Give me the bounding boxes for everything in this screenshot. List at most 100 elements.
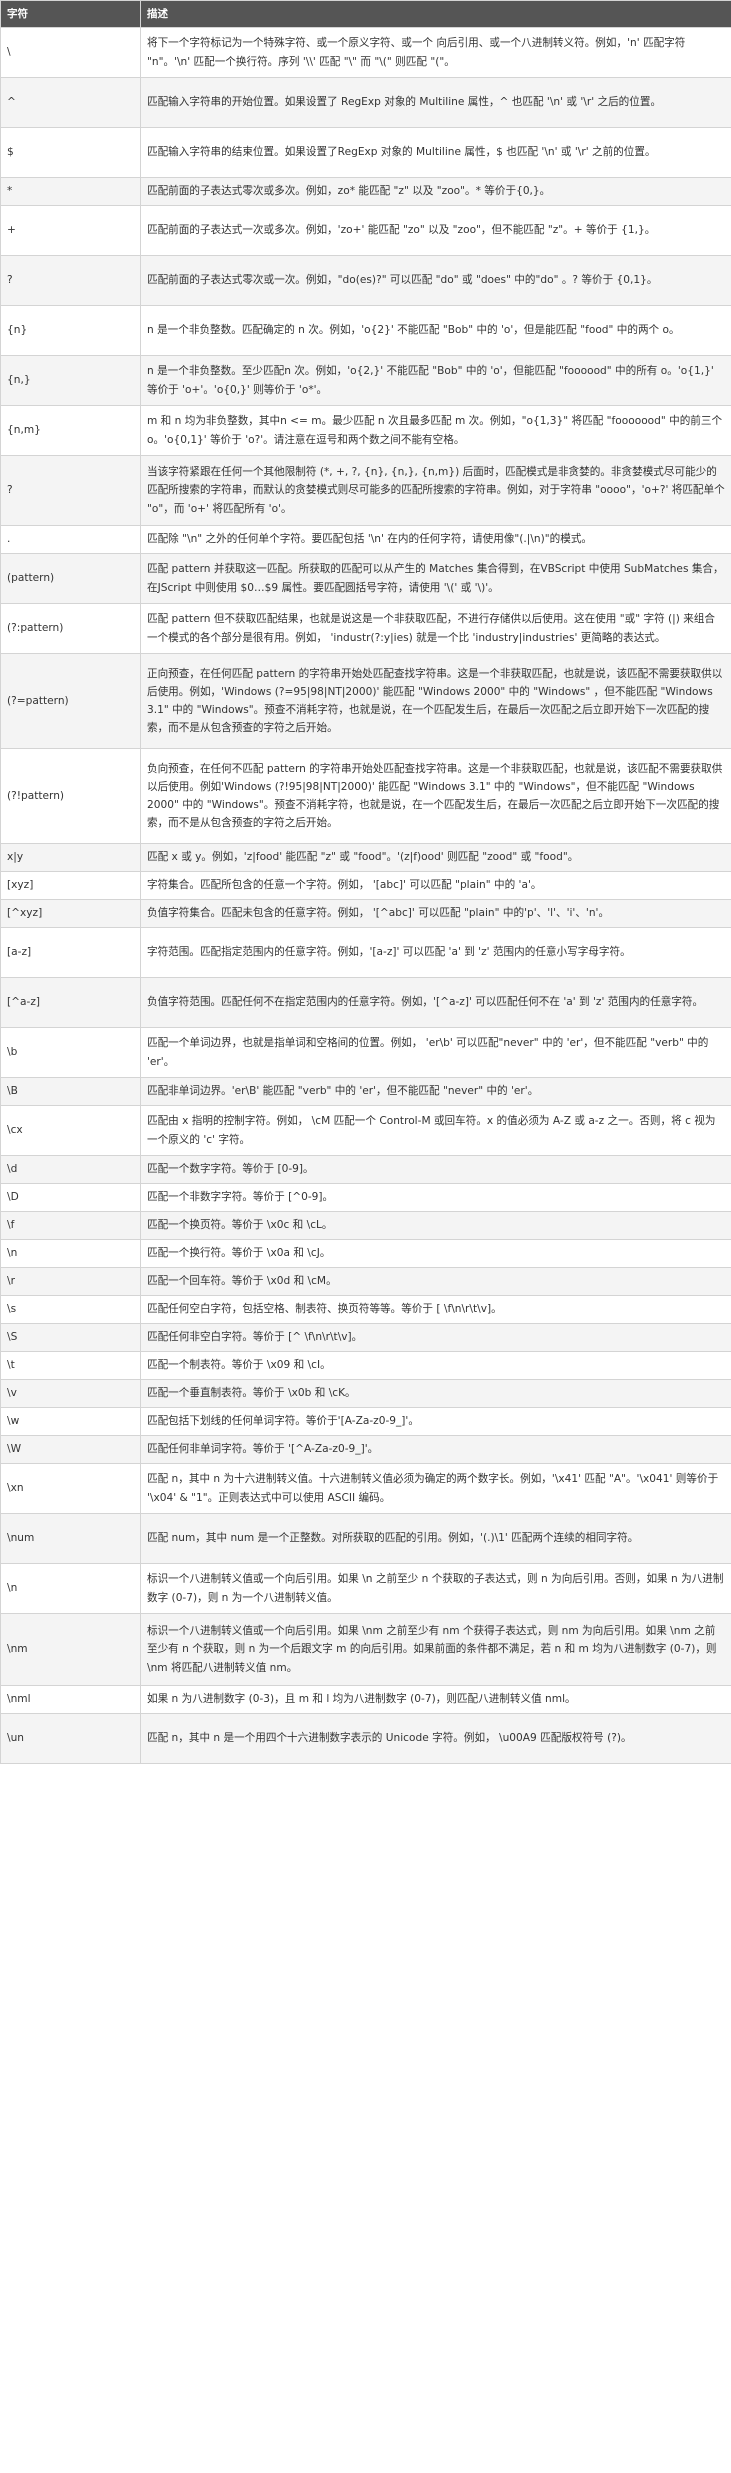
row-char: \xn (0, 1463, 141, 1514)
row-description: n 是一个非负整数。匹配确定的 n 次。例如，'o{2}' 不能匹配 "Bob"… (140, 305, 731, 356)
row-char: \n (0, 1563, 141, 1614)
row-char: \D (0, 1183, 141, 1212)
table-row: {n,m} m 和 n 均为非负整数，其中n <= m。最少匹配 n 次且最多匹配… (0, 405, 731, 456)
table-row: (pattern) 匹配 pattern 并获取这一匹配。所获取的匹配可以从产生的… (0, 553, 731, 604)
row-description: 字符集合。匹配所包含的任意一个字符。例如， '[abc]' 可以匹配 "plai… (140, 871, 731, 900)
row-char: * (0, 177, 141, 206)
table-row: ? 匹配前面的子表达式零次或一次。例如，"do(es)?" 可以匹配 "do" 或… (0, 255, 731, 306)
row-description: 匹配前面的子表达式零次或多次。例如，zo* 能匹配 "z" 以及 "zoo"。*… (140, 177, 731, 206)
row-description: 匹配任何非单词字符。等价于 '[^A-Za-z0-9_]'。 (140, 1435, 731, 1464)
table-row: \d 匹配一个数字字符。等价于 [0-9]。 (0, 1155, 731, 1184)
table-row: ? 当该字符紧跟在任何一个其他限制符 (*, +, ?, {n}, {n,}, {… (0, 455, 731, 526)
table-row: \v 匹配一个垂直制表符。等价于 \x0b 和 \cK。 (0, 1379, 731, 1408)
table-row: \ 将下一个字符标记为一个特殊字符、或一个原义字符、或一个 向后引用、或一个八进制… (0, 27, 731, 78)
row-description: 匹配一个换行符。等价于 \x0a 和 \cJ。 (140, 1239, 731, 1268)
table-row: + 匹配前面的子表达式一次或多次。例如，'zo+' 能匹配 "zo" 以及 "zo… (0, 205, 731, 256)
row-char: \B (0, 1077, 141, 1106)
table-row: \b 匹配一个单词边界，也就是指单词和空格间的位置。例如， 'er\b' 可以匹配… (0, 1027, 731, 1078)
row-char: [^a-z] (0, 977, 141, 1028)
row-description: 匹配 n，其中 n 为十六进制转义值。十六进制转义值必须为确定的两个数字长。例如… (140, 1463, 731, 1514)
row-description: 将下一个字符标记为一个特殊字符、或一个原义字符、或一个 向后引用、或一个八进制转… (140, 27, 731, 78)
row-char: \f (0, 1211, 141, 1240)
row-description: 匹配 pattern 但不获取匹配结果，也就是说这是一个非获取匹配，不进行存储供… (140, 603, 731, 654)
table-row: (?=pattern) 正向预查，在任何匹配 pattern 的字符串开始处匹配查… (0, 653, 731, 749)
row-char: {n,} (0, 355, 141, 406)
row-char: ^ (0, 77, 141, 128)
row-char: [^xyz] (0, 899, 141, 928)
row-char: \S (0, 1323, 141, 1352)
table-row: (?!pattern) 负向预查，在任何不匹配 pattern 的字符串开始处匹配… (0, 748, 731, 844)
row-char: \t (0, 1351, 141, 1380)
table-row: \xn 匹配 n，其中 n 为十六进制转义值。十六进制转义值必须为确定的两个数字长… (0, 1463, 731, 1514)
row-char: \cx (0, 1105, 141, 1156)
table-row: \un 匹配 n，其中 n 是一个用四个十六进制数字表示的 Unicode 字符。… (0, 1713, 731, 1764)
row-description: 匹配 num，其中 num 是一个正整数。对所获取的匹配的引用。例如，'(.)\… (140, 1513, 731, 1564)
table-row: \n 标识一个八进制转义值或一个向后引用。如果 \n 之前至少 n 个获取的子表达… (0, 1563, 731, 1614)
row-char: \d (0, 1155, 141, 1184)
table-row: [xyz] 字符集合。匹配所包含的任意一个字符。例如， '[abc]' 可以匹配 … (0, 871, 731, 900)
table-row: {n,} n 是一个非负整数。至少匹配n 次。例如，'o{2,}' 不能匹配 "B… (0, 355, 731, 406)
row-char: x|y (0, 843, 141, 872)
row-description: 匹配 pattern 并获取这一匹配。所获取的匹配可以从产生的 Matches … (140, 553, 731, 604)
row-char: (?!pattern) (0, 748, 141, 844)
table-row: \f 匹配一个换页符。等价于 \x0c 和 \cL。 (0, 1211, 731, 1240)
row-description: 匹配 x 或 y。例如，'z|food' 能匹配 "z" 或 "food"。'(… (140, 843, 731, 872)
row-description: 如果 n 为八进制数字 (0-3)，且 m 和 l 均为八进制数字 (0-7)，… (140, 1685, 731, 1714)
table-row: ^ 匹配输入字符串的开始位置。如果设置了 RegExp 对象的 Multiline… (0, 77, 731, 128)
table-header: 字符 描述 (0, 0, 731, 28)
table-row: x|y 匹配 x 或 y。例如，'z|food' 能匹配 "z" 或 "food"… (0, 843, 731, 872)
row-description: 当该字符紧跟在任何一个其他限制符 (*, +, ?, {n}, {n,}, {n… (140, 455, 731, 526)
row-description: 匹配非单词边界。'er\B' 能匹配 "verb" 中的 'er'，但不能匹配 … (140, 1077, 731, 1106)
row-char: \W (0, 1435, 141, 1464)
row-description: 匹配一个换页符。等价于 \x0c 和 \cL。 (140, 1211, 731, 1240)
row-char: \s (0, 1295, 141, 1324)
row-description: 匹配由 x 指明的控制字符。例如， \cM 匹配一个 Control-M 或回车… (140, 1105, 731, 1156)
row-char: (?:pattern) (0, 603, 141, 654)
table-row: \nml 如果 n 为八进制数字 (0-3)，且 m 和 l 均为八进制数字 (0… (0, 1685, 731, 1714)
row-description: 负值字符范围。匹配任何不在指定范围内的任意字符。例如，'[^a-z]' 可以匹配… (140, 977, 731, 1028)
row-description: 匹配 n，其中 n 是一个用四个十六进制数字表示的 Unicode 字符。例如，… (140, 1713, 731, 1764)
table-row: * 匹配前面的子表达式零次或多次。例如，zo* 能匹配 "z" 以及 "zoo"。… (0, 177, 731, 206)
table-row: \B 匹配非单词边界。'er\B' 能匹配 "verb" 中的 'er'，但不能匹… (0, 1077, 731, 1106)
row-char: [xyz] (0, 871, 141, 900)
row-char: (pattern) (0, 553, 141, 604)
row-description: 负向预查，在任何不匹配 pattern 的字符串开始处匹配查找字符串。这是一个非… (140, 748, 731, 844)
row-char: \w (0, 1407, 141, 1436)
row-description: 匹配包括下划线的任何单词字符。等价于'[A-Za-z0-9_]'。 (140, 1407, 731, 1436)
row-description: 匹配一个非数字字符。等价于 [^0-9]。 (140, 1183, 731, 1212)
header-row: 字符 描述 (0, 0, 731, 28)
header-description: 描述 (140, 0, 731, 28)
row-description: 标识一个八进制转义值或一个向后引用。如果 \n 之前至少 n 个获取的子表达式，… (140, 1563, 731, 1614)
table-row: \n 匹配一个换行符。等价于 \x0a 和 \cJ。 (0, 1239, 731, 1268)
row-char: $ (0, 127, 141, 178)
row-char: \nm (0, 1613, 141, 1686)
row-description: 匹配一个回车符。等价于 \x0d 和 \cM。 (140, 1267, 731, 1296)
row-char: . (0, 525, 141, 554)
row-char: \r (0, 1267, 141, 1296)
row-description: 匹配一个垂直制表符。等价于 \x0b 和 \cK。 (140, 1379, 731, 1408)
row-char: {n,m} (0, 405, 141, 456)
table-row: \t 匹配一个制表符。等价于 \x09 和 \cI。 (0, 1351, 731, 1380)
row-description: 正向预查，在任何匹配 pattern 的字符串开始处匹配查找字符串。这是一个非获… (140, 653, 731, 749)
table-body: \ 将下一个字符标记为一个特殊字符、或一个原义字符、或一个 向后引用、或一个八进制… (0, 27, 731, 1764)
row-description: 匹配除 "\n" 之外的任何单个字符。要匹配包括 '\n' 在内的任何字符，请使… (140, 525, 731, 554)
row-description: 匹配前面的子表达式一次或多次。例如，'zo+' 能匹配 "zo" 以及 "zoo… (140, 205, 731, 256)
table-row: \S 匹配任何非空白字符。等价于 [^ \f\n\r\t\v]。 (0, 1323, 731, 1352)
row-description: n 是一个非负整数。至少匹配n 次。例如，'o{2,}' 不能匹配 "Bob" … (140, 355, 731, 406)
table-row: \W 匹配任何非单词字符。等价于 '[^A-Za-z0-9_]'。 (0, 1435, 731, 1464)
row-char: ? (0, 255, 141, 306)
table-row: \D 匹配一个非数字字符。等价于 [^0-9]。 (0, 1183, 731, 1212)
row-description: 匹配前面的子表达式零次或一次。例如，"do(es)?" 可以匹配 "do" 或 … (140, 255, 731, 306)
row-char: (?=pattern) (0, 653, 141, 749)
row-char: \v (0, 1379, 141, 1408)
table-row: {n} n 是一个非负整数。匹配确定的 n 次。例如，'o{2}' 不能匹配 "B… (0, 305, 731, 356)
table-row: $ 匹配输入字符串的结束位置。如果设置了RegExp 对象的 Multiline … (0, 127, 731, 178)
table-row: . 匹配除 "\n" 之外的任何单个字符。要匹配包括 '\n' 在内的任何字符，请… (0, 525, 731, 554)
row-char: \b (0, 1027, 141, 1078)
row-char: {n} (0, 305, 141, 356)
row-char: \nml (0, 1685, 141, 1714)
table-row: \nm 标识一个八进制转义值或一个向后引用。如果 \nm 之前至少有 nm 个获得… (0, 1613, 731, 1686)
row-description: 字符范围。匹配指定范围内的任意字符。例如，'[a-z]' 可以匹配 'a' 到 … (140, 927, 731, 978)
row-char: \un (0, 1713, 141, 1764)
row-char: \ (0, 27, 141, 78)
